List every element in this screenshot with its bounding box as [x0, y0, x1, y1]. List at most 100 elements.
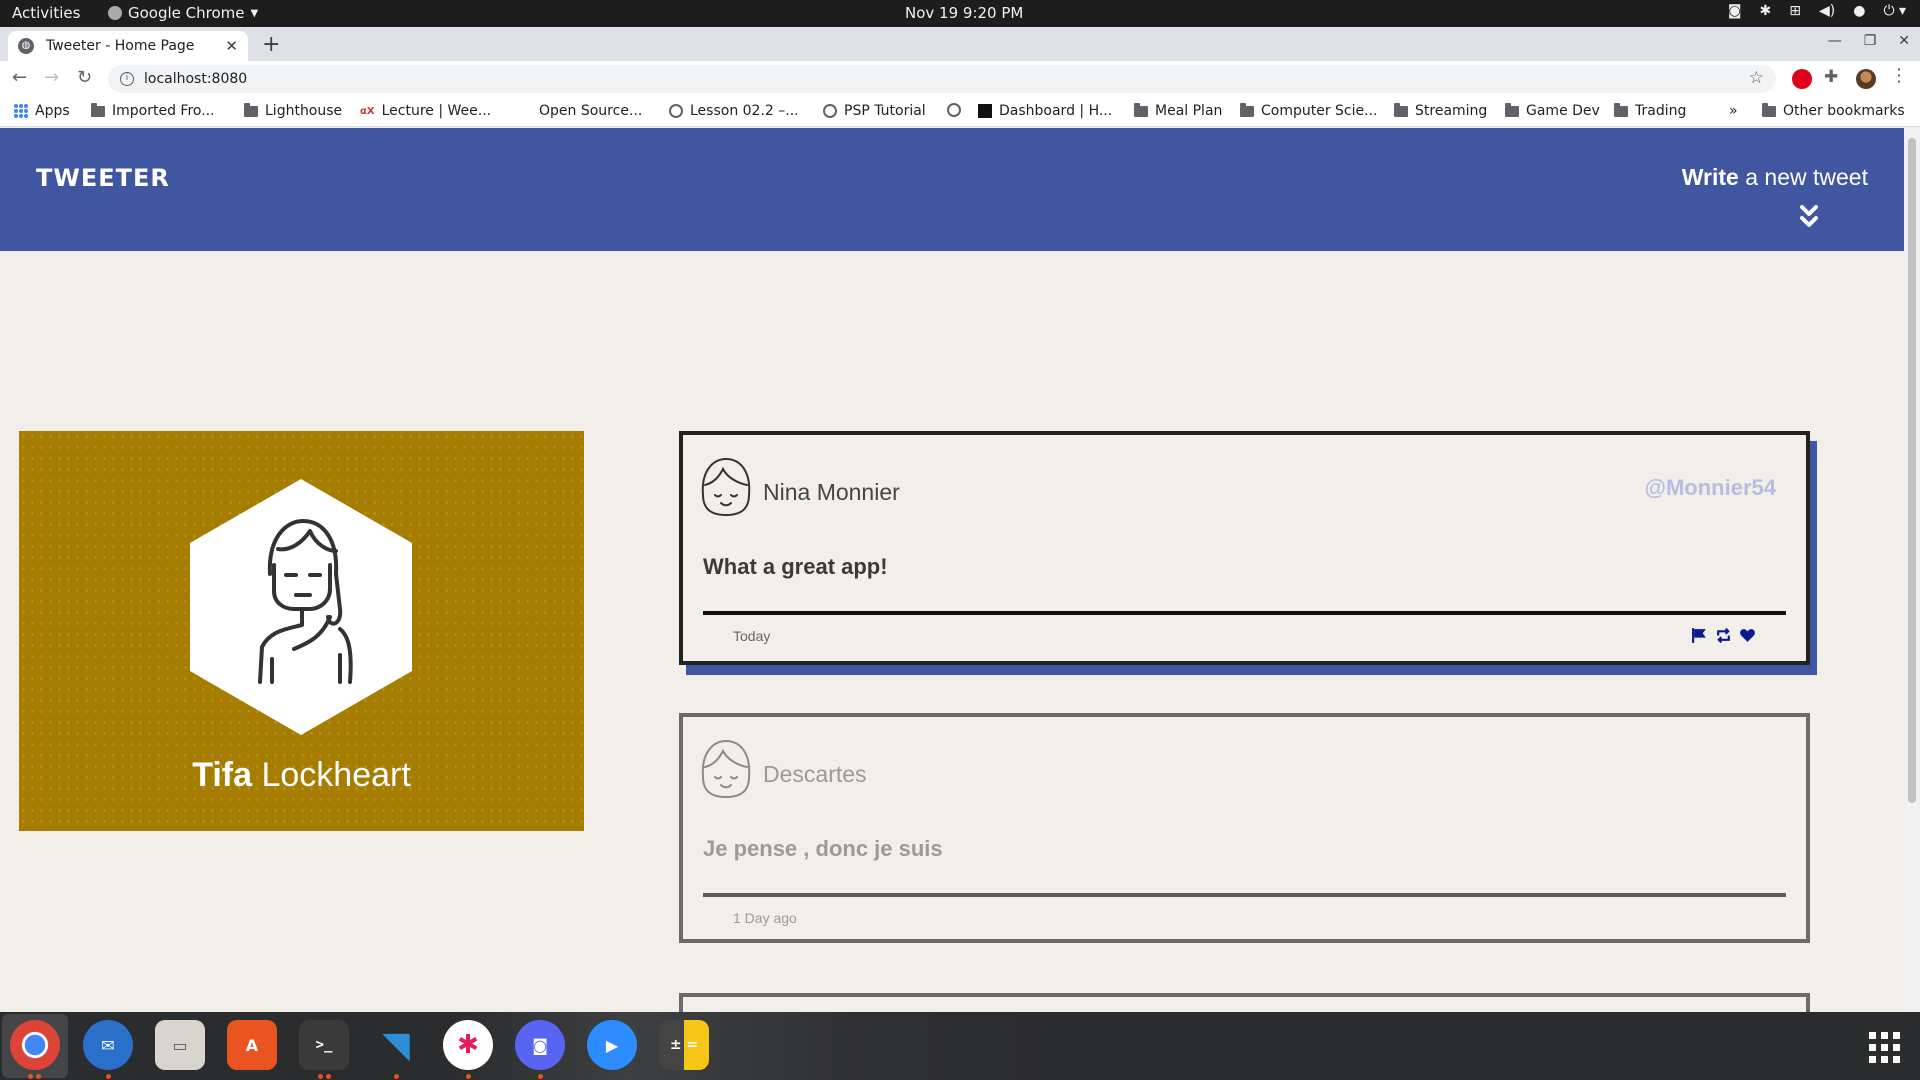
- globe-icon: [823, 104, 837, 118]
- profile-first-name: Tifa: [192, 756, 253, 794]
- thunderbird-dock-icon[interactable]: ✉: [83, 1020, 133, 1070]
- show-applications-icon[interactable]: [1869, 1032, 1900, 1063]
- write-tweet-toggle[interactable]: Write a new tweet: [1682, 164, 1868, 191]
- bookmark-streaming[interactable]: Streaming: [1394, 102, 1488, 119]
- browser-toolbar: ← → ↻ i localhost:8080 ☆ ✚ ⋮: [0, 61, 1920, 97]
- volume-icon[interactable]: ◀): [1819, 3, 1835, 19]
- apps-grid-icon: [14, 104, 28, 118]
- new-tab-icon[interactable]: +: [262, 32, 280, 57]
- opera-extension-icon[interactable]: [1792, 69, 1812, 89]
- bookmark-meal-plan[interactable]: Meal Plan: [1134, 102, 1222, 119]
- chrome-dock-icon[interactable]: [10, 1020, 60, 1070]
- tab-close-icon[interactable]: ✕: [225, 37, 238, 55]
- bookmark-lighthouse[interactable]: Lighthouse: [244, 102, 343, 119]
- bookmark-label: Other bookmarks: [1783, 103, 1905, 119]
- software-center-dock-icon[interactable]: A: [227, 1020, 277, 1070]
- site-logo[interactable]: TWEETER: [36, 164, 170, 192]
- tab-tweeter[interactable]: ◍ Tweeter - Home Page ✕: [8, 31, 248, 61]
- bookmark-label: Computer Scie...: [1261, 103, 1378, 119]
- compose-bold-label: Write: [1681, 164, 1739, 190]
- terminal-dock-icon[interactable]: >_: [299, 1020, 349, 1070]
- folder-icon: [1394, 102, 1408, 117]
- heart-icon[interactable]: [1739, 627, 1756, 644]
- discord-dock-icon[interactable]: ◙: [515, 1020, 565, 1070]
- site-icon: [978, 104, 992, 118]
- chrome-icon: [108, 6, 122, 20]
- bookmark-label: Lesson 02.2 –...: [690, 103, 799, 119]
- tweet-content: Je pense , donc je suis: [703, 836, 943, 861]
- tweet-handle: @Monnier54: [1644, 475, 1776, 500]
- folder-icon: [91, 102, 105, 117]
- bookmark-computer-science[interactable]: Computer Scie...: [1240, 102, 1378, 119]
- flag-icon[interactable]: [1691, 627, 1708, 644]
- forward-icon[interactable]: →: [44, 67, 59, 88]
- page-scrollbar[interactable]: [1904, 128, 1920, 1012]
- profile-card: Tifa Lockheart: [19, 431, 584, 831]
- tweet-card-partial[interactable]: [679, 993, 1810, 1012]
- calculator-dock-icon[interactable]: ± =: [659, 1020, 709, 1070]
- extensions-puzzle-icon[interactable]: ✚: [1824, 67, 1844, 87]
- tweet-actions: [1691, 627, 1756, 644]
- double-chevron-down-icon[interactable]: [1798, 204, 1820, 230]
- tweet-avatar-icon: [701, 457, 751, 517]
- running-indicator: [466, 1074, 471, 1079]
- running-indicator: [326, 1074, 331, 1079]
- bookmark-other[interactable]: Other bookmarks: [1762, 102, 1905, 119]
- close-window-icon[interactable]: ✕: [1898, 33, 1910, 49]
- bookmark-psp-tutorial[interactable]: PSP Tutorial: [823, 103, 926, 119]
- tweet-card[interactable]: Nina Monnier @Monnier54 What a great app…: [679, 431, 1810, 665]
- site-header: TWEETER Write a new tweet: [0, 128, 1904, 251]
- files-dock-icon[interactable]: ▭: [155, 1020, 205, 1070]
- tweet-content: What a great app!: [703, 554, 888, 579]
- bookmark-label: Lighthouse: [265, 103, 343, 119]
- folder-icon: [244, 102, 258, 117]
- bookmark-trading[interactable]: Trading: [1614, 102, 1686, 119]
- address-bar[interactable]: i localhost:8080 ☆: [108, 65, 1776, 93]
- back-icon[interactable]: ←: [12, 67, 27, 88]
- bookmark-label: Game Dev: [1526, 103, 1600, 119]
- profile-last-name: Lockheart: [252, 756, 411, 794]
- bookmark-star-icon[interactable]: ☆: [1749, 68, 1764, 88]
- zoom-dock-icon[interactable]: ▶: [587, 1020, 637, 1070]
- bookmarks-overflow-icon[interactable]: »: [1729, 103, 1738, 119]
- bookmark-apps[interactable]: Apps: [14, 103, 70, 119]
- power-icon[interactable]: ⏻ ▾: [1883, 3, 1906, 19]
- slack-dock-icon[interactable]: ✱: [443, 1020, 493, 1070]
- retweet-icon[interactable]: [1715, 627, 1732, 644]
- tweet-date: Today: [733, 628, 771, 644]
- bookmark-open-source[interactable]: Open Source...: [518, 103, 642, 119]
- scrollbar-thumb[interactable]: [1908, 138, 1916, 803]
- caret-down-icon: ▼: [250, 7, 259, 19]
- bookmark-imported[interactable]: Imported Fro...: [91, 102, 215, 119]
- chrome-menu-icon[interactable]: ⋮: [1890, 65, 1910, 86]
- profile-avatar[interactable]: [1856, 69, 1876, 89]
- bookmark-game-dev[interactable]: Game Dev: [1505, 102, 1600, 119]
- bookmark-lesson[interactable]: Lesson 02.2 –...: [669, 103, 799, 119]
- profile-name: Tifa Lockheart: [19, 756, 584, 795]
- site-info-icon[interactable]: i: [120, 72, 134, 86]
- bookmark-label: Apps: [35, 103, 70, 119]
- network-icon[interactable]: ⊞: [1789, 3, 1801, 19]
- microphone-icon[interactable]: ●: [1853, 3, 1865, 19]
- bookmark-label: Imported Fro...: [112, 103, 215, 119]
- bookmark-lecture[interactable]: αX Lecture | Wee...: [360, 103, 491, 119]
- minimize-icon[interactable]: —: [1828, 33, 1842, 49]
- folder-icon: [1762, 102, 1776, 117]
- bookmark-label: Streaming: [1415, 103, 1488, 119]
- vscode-dock-icon[interactable]: ◥: [371, 1020, 421, 1070]
- tweet-author: Nina Monnier: [763, 479, 900, 505]
- activities-button[interactable]: Activities: [12, 4, 80, 22]
- window-controls: — ❐ ✕: [1828, 33, 1910, 49]
- tweet-card[interactable]: Descartes Je pense , donc je suis 1 Day …: [679, 713, 1810, 943]
- reload-icon[interactable]: ↻: [77, 67, 92, 88]
- clock[interactable]: Nov 19 9:20 PM: [905, 4, 1023, 22]
- app-menu[interactable]: Google Chrome ▼: [108, 4, 258, 22]
- bookmark-dashboard[interactable]: Dashboard | H...: [978, 103, 1112, 119]
- restore-icon[interactable]: ❐: [1864, 33, 1877, 49]
- discord-tray-icon[interactable]: ◙: [1728, 3, 1742, 19]
- bookmarks-bar: Apps Imported Fro... Lighthouse αX Lectu…: [0, 97, 1920, 127]
- slack-tray-icon[interactable]: ✱: [1760, 3, 1772, 19]
- folder-icon: [1134, 102, 1148, 117]
- system-tray[interactable]: ◙ ✱ ⊞ ◀) ● ⏻ ▾: [1728, 3, 1906, 19]
- bookmark-globe[interactable]: [947, 103, 968, 117]
